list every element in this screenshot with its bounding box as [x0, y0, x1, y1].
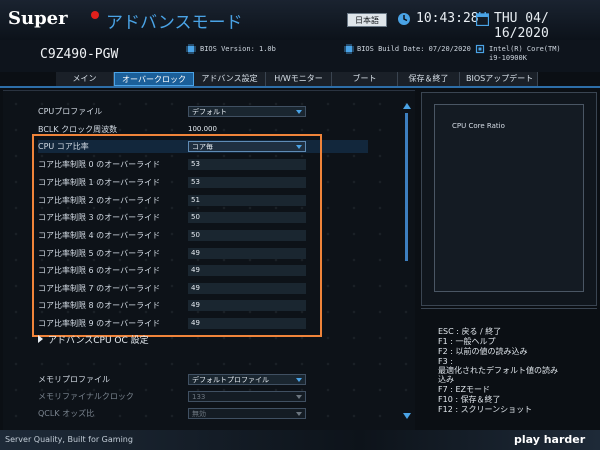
key-hint: F1 : 一般ヘルプ [438, 337, 496, 346]
submenu-label: アドバンスCPU OC 設定 [48, 336, 149, 346]
bios-version: BIOS Version: 1.0b [200, 45, 276, 53]
setting-row-memory-final-clock[interactable]: メモリファイナルクロック 133 [38, 390, 368, 403]
key-hint: F7 : EZモード [438, 385, 491, 394]
scroll-thumb[interactable] [405, 113, 408, 261]
setting-label: CPUプロファイル [38, 107, 103, 116]
expand-arrow-icon [38, 335, 43, 343]
advanced-cpu-oc-submenu[interactable]: アドバンスCPU OC 設定 [38, 333, 149, 346]
select-value: デフォルト [192, 108, 227, 116]
tab-advanced[interactable]: アドバンス設定 [194, 72, 266, 86]
select-value: 無効 [192, 410, 206, 418]
cpu-profile-select[interactable]: デフォルト [188, 106, 306, 117]
settings-scrollbar[interactable] [403, 103, 411, 419]
brand-logo: Super [8, 8, 68, 29]
key-hint: 最適化されたデフォルト値の読み [438, 366, 558, 375]
clock-date: THU 04/ 16/2020 [494, 11, 549, 41]
cpu-icon [475, 44, 485, 54]
setting-label: QCLK オッズ比 [38, 409, 95, 418]
dropdown-arrow-icon [296, 412, 302, 416]
calendar-icon [476, 12, 489, 26]
cpu-name: Intel(R) Core(TM) [489, 45, 561, 53]
chip-icon [344, 44, 354, 54]
language-button[interactable]: 日本語 [347, 13, 387, 27]
scroll-up-icon[interactable] [403, 103, 411, 109]
setting-label: メモリファイナルクロック [38, 392, 134, 401]
tab-overclock[interactable]: オーバークロック [114, 72, 194, 86]
tab-save-exit[interactable]: 保存＆終了 [398, 72, 460, 86]
key-hint: F2 : 以前の値の読み込み [438, 347, 528, 356]
clock-icon [398, 13, 410, 25]
tab-hw-monitor[interactable]: H/Wモニター [266, 72, 332, 86]
setting-row-cpu-profile[interactable]: CPUプロファイル デフォルト [38, 105, 368, 118]
footer-tagline: Server Quality, Built for Gaming [5, 435, 133, 444]
highlight-box [32, 134, 322, 337]
select-value: 133 [192, 393, 206, 401]
scroll-down-icon[interactable] [403, 413, 411, 419]
select-value: デフォルトプロファイル [192, 376, 269, 384]
setting-row-memory-profile[interactable]: メモリプロファイル デフォルトプロファイル [38, 373, 368, 386]
setting-row-qclk-odds[interactable]: QCLK オッズ比 無効 [38, 407, 368, 420]
tab-underline [0, 86, 600, 88]
dropdown-arrow-icon [296, 378, 302, 382]
key-hint: 込み [438, 375, 454, 384]
bios-build-date: BIOS Build Date: 07/20/2020 [357, 45, 471, 53]
tab-boot[interactable]: ブート [332, 72, 398, 86]
clock-time: 10:43:28 [416, 11, 479, 26]
brand-logo-dot [91, 11, 99, 19]
memory-final-clock-select[interactable]: 133 [188, 391, 306, 402]
help-title: CPU Core Ratio [452, 122, 505, 130]
board-model: C9Z490-PGW [40, 47, 119, 62]
dropdown-arrow-icon [296, 110, 302, 114]
help-description-box [434, 104, 584, 292]
cpu-model: i9-10900K [489, 54, 527, 62]
key-hint: F12 : スクリーンショット [438, 405, 533, 414]
memory-profile-select[interactable]: デフォルトプロファイル [188, 374, 306, 385]
chip-icon [186, 44, 196, 54]
qclk-odds-select[interactable]: 無効 [188, 408, 306, 419]
tab-bios-update[interactable]: BIOSアップデート [460, 72, 538, 86]
mode-title: アドバンスモード [106, 13, 243, 33]
key-hint: F10 : 保存＆終了 [438, 395, 501, 404]
tab-main[interactable]: メイン [56, 72, 114, 86]
main-tabs: メイン オーバークロック アドバンス設定 H/Wモニター ブート 保存＆終了 B… [56, 72, 538, 86]
key-hint: ESC : 戻る / 終了 [438, 327, 502, 336]
footer-slogan: play harder [514, 433, 586, 446]
setting-label: メモリプロファイル [38, 375, 110, 384]
dropdown-arrow-icon [296, 395, 302, 399]
